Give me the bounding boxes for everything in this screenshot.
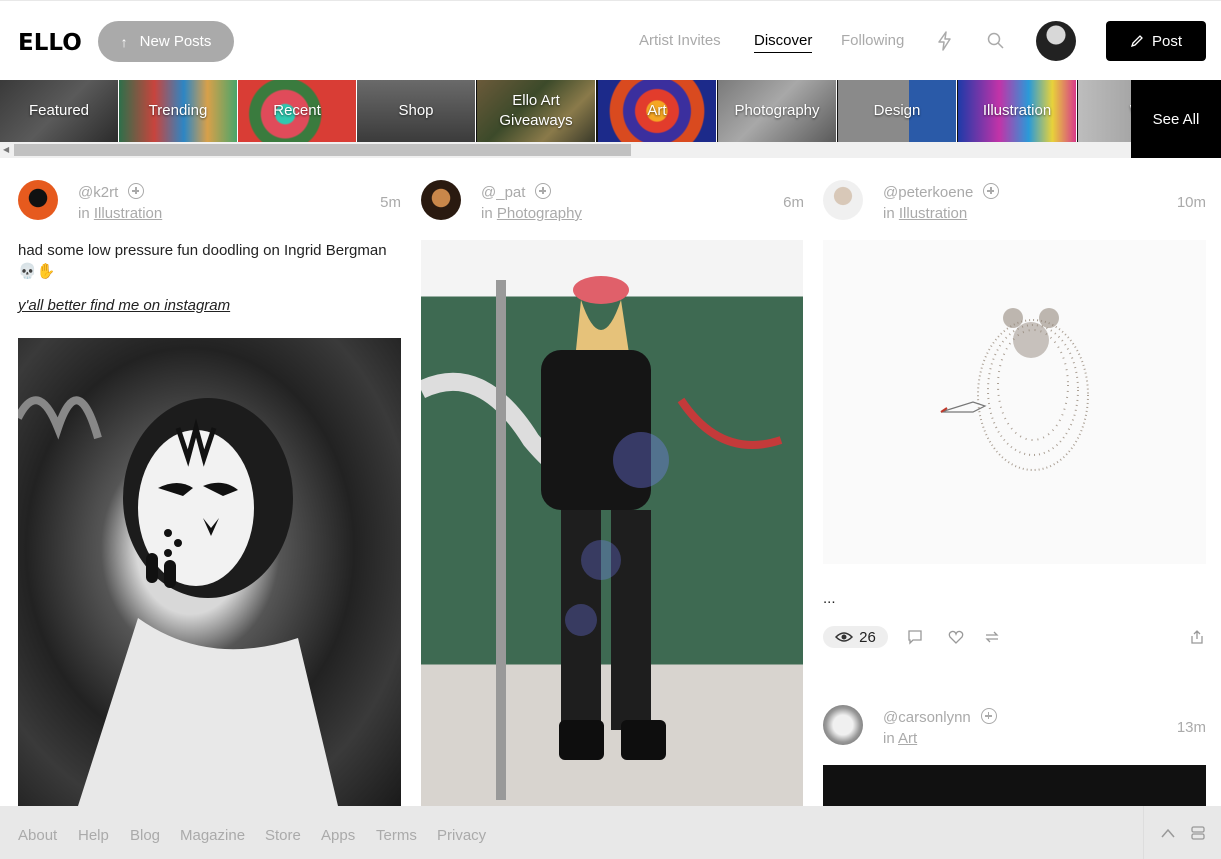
user-avatar[interactable] [1036,21,1076,61]
in-label: in [481,205,493,222]
post-card: @peterkoene in Illustration 10m [823,180,1206,224]
in-label: in [883,205,895,222]
post-image[interactable] [823,765,1206,806]
category-ello-art-giveaways[interactable]: Ello Art Giveaways [477,80,596,142]
post-card: @k2rt in Illustration 5m [18,180,401,224]
heart-icon[interactable] [948,629,964,645]
ello-logo[interactable]: ELLO [18,30,82,56]
post-header: @carsonlynn in Art 13m [823,705,1206,749]
new-posts-label: New Posts [139,33,212,50]
category-photography[interactable]: Photography [718,80,837,142]
follow-plus-icon[interactable] [128,183,145,199]
eye-icon [835,632,854,642]
top-header: ELLO ↑ New Posts Artist Invites Discover… [0,0,1221,80]
arrow-up-icon: ↑ [120,33,128,50]
footer-link-privacy[interactable]: Privacy [437,827,486,844]
chevron-up-icon[interactable] [1160,827,1176,839]
post-username[interactable]: @_pat [481,184,525,201]
photo-artwork [421,276,783,800]
post-time[interactable]: 13m [1177,719,1206,736]
footer-bar: About Help Blog Magazine Store Apps Term… [0,806,1221,859]
post-text: ... [823,590,836,607]
dot-drawing-artwork [940,308,1089,471]
post-username[interactable]: @peterkoene [883,184,973,201]
views-count: 26 [859,628,876,646]
new-posts-button[interactable]: ↑ New Posts [98,21,234,62]
in-label: in [78,205,90,222]
nav-following[interactable]: Following [841,32,904,49]
follow-plus-icon[interactable] [983,183,1000,199]
post-header: @peterkoene in Illustration 10m [823,180,1206,224]
category-scrollbar[interactable]: ◀ [0,142,1131,158]
post-image[interactable] [823,240,1206,564]
follow-plus-icon[interactable] [535,183,552,199]
footer-divider [1143,806,1144,859]
comment-icon[interactable] [907,629,923,645]
footer-link-about[interactable]: About [18,827,57,844]
post-header: @_pat in Photography 6m [421,180,804,224]
layout-toggle-icon[interactable] [1190,825,1206,841]
footer-link-help[interactable]: Help [78,827,109,844]
footer-link-store[interactable]: Store [265,827,301,844]
post-category-link[interactable]: Illustration [94,205,162,222]
post-text: had some low pressure fun doodling on In… [18,242,387,280]
post-button-label: Post [1151,32,1182,50]
illustration-artwork [18,396,338,806]
post-time[interactable]: 10m [1177,194,1206,211]
avatar[interactable] [823,705,863,745]
post-username[interactable]: @k2rt [78,184,118,201]
category-featured[interactable]: Featured [0,80,119,142]
footer-link-terms[interactable]: Terms [376,827,417,844]
post-time[interactable]: 5m [380,194,401,211]
category-design[interactable]: Design [838,80,957,142]
post-category-link[interactable]: Illustration [899,205,967,222]
post-category-link[interactable]: Art [898,730,917,747]
footer-link-apps[interactable]: Apps [321,827,355,844]
share-icon[interactable] [1189,629,1205,645]
see-all-button[interactable]: See All [1131,80,1221,158]
in-label: in [883,730,895,747]
lightning-icon[interactable] [935,31,955,51]
avatar[interactable] [18,180,58,220]
avatar[interactable] [421,180,461,220]
nav-discover[interactable]: Discover [754,32,813,53]
post-username[interactable]: @carsonlynn [883,709,971,726]
post-card: @_pat in Photography 6m [421,180,804,224]
category-strip: Featured Trending Recent Shop Ello Art G… [0,80,1221,142]
post-link[interactable]: y'all better find me on instagram [18,297,230,314]
post-category-link[interactable]: Photography [497,205,582,222]
post-card: @carsonlynn in Art 13m [823,705,1206,749]
footer-link-blog[interactable]: Blog [130,827,160,844]
category-trending[interactable]: Trending [119,80,238,142]
category-illustration[interactable]: Illustration [958,80,1077,142]
nav-artist-invites[interactable]: Artist Invites [639,32,721,49]
avatar[interactable] [823,180,863,220]
post-header: @k2rt in Illustration 5m [18,180,401,224]
post-image[interactable] [421,240,803,806]
scroll-left-icon[interactable]: ◀ [3,145,9,154]
scrollbar-thumb[interactable] [14,144,631,156]
post-image[interactable] [18,338,401,806]
post-actions: 26 [823,624,1206,650]
category-shop[interactable]: Shop [357,80,476,142]
post-time[interactable]: 6m [783,194,804,211]
footer-link-magazine[interactable]: Magazine [180,827,245,844]
post-button[interactable]: Post [1106,21,1206,61]
category-art[interactable]: Art [598,80,717,142]
views-badge[interactable]: 26 [823,626,888,648]
follow-plus-icon[interactable] [980,708,997,724]
category-recent[interactable]: Recent [238,80,357,142]
pencil-icon [1130,35,1143,48]
search-icon[interactable] [986,31,1006,51]
repost-icon[interactable] [984,629,1000,645]
